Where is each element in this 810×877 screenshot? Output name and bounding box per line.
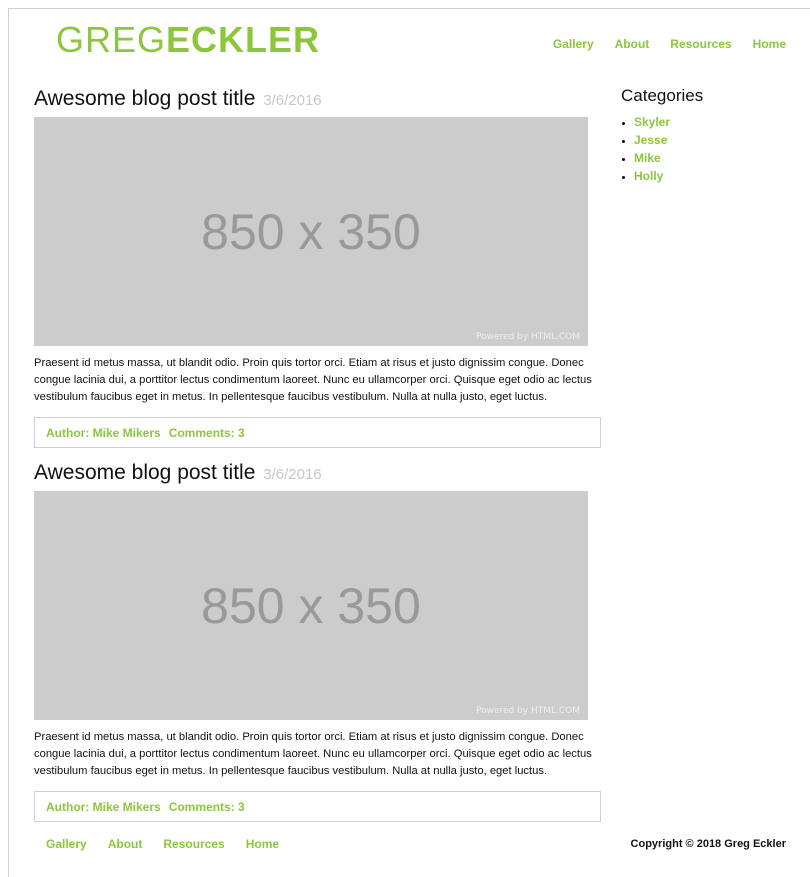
category-jesse-link[interactable]: Jesse	[634, 133, 667, 147]
category-holly-link[interactable]: Holly	[634, 169, 663, 183]
site-logo[interactable]: GREGECKLER	[56, 22, 320, 58]
category-skyler-link[interactable]: Skyler	[634, 115, 670, 129]
post-author-link[interactable]: Author: Mike Mikers	[46, 426, 161, 440]
post-title[interactable]: Awesome blog post title 3/6/2016	[34, 86, 601, 114]
nav-home-link[interactable]: Home	[753, 37, 786, 51]
footer-resources-link[interactable]: Resources	[163, 837, 224, 851]
logo-last-name: ECKLER	[166, 19, 321, 60]
post-comments-link[interactable]: Comments: 3	[169, 426, 245, 440]
top-nav: Gallery About Resources Home	[553, 37, 786, 51]
nav-gallery-link[interactable]: Gallery	[553, 37, 594, 51]
category-mike-link[interactable]: Mike	[634, 151, 661, 165]
placeholder-credit: Powered by HTML.COM	[475, 706, 580, 716]
logo-first-name: GREG	[56, 19, 167, 60]
footer-about-link[interactable]: About	[108, 837, 143, 851]
blog-post: Awesome blog post title 3/6/2016 850 x 3…	[34, 86, 601, 448]
placeholder-dimensions: 850 x 350	[201, 578, 421, 634]
copyright-text: Copyright © 2018 Greg Eckler	[630, 838, 786, 850]
category-item: Skyler	[634, 114, 801, 132]
footer-gallery-link[interactable]: Gallery	[46, 837, 87, 851]
category-item: Holly	[634, 168, 801, 186]
post-image-placeholder: 850 x 350 Powered by HTML.COM	[34, 491, 588, 720]
placeholder-dimensions: 850 x 350	[201, 204, 421, 260]
categories-list: Skyler Jesse Mike Holly	[621, 114, 801, 186]
category-item: Mike	[634, 150, 801, 168]
footer-nav: Gallery About Resources Home	[46, 837, 279, 851]
category-item: Jesse	[634, 132, 801, 150]
sidebar: Categories Skyler Jesse Mike Holly	[621, 86, 801, 186]
categories-heading: Categories	[621, 86, 704, 105]
post-comments-link[interactable]: Comments: 3	[169, 800, 245, 814]
placeholder-credit: Powered by HTML.COM	[475, 332, 580, 342]
post-meta-bar: Author: Mike Mikers Comments: 3	[34, 791, 601, 822]
post-date: 3/6/2016	[263, 92, 322, 109]
post-date: 3/6/2016	[263, 466, 322, 483]
post-body: Praesent id metus massa, ut blandit odio…	[34, 731, 592, 777]
footer-home-link[interactable]: Home	[246, 837, 279, 851]
nav-resources-link[interactable]: Resources	[670, 37, 731, 51]
blog-post: Awesome blog post title 3/6/2016 850 x 3…	[34, 460, 601, 822]
post-image-placeholder: 850 x 350 Powered by HTML.COM	[34, 117, 588, 346]
post-meta-bar: Author: Mike Mikers Comments: 3	[34, 417, 601, 448]
post-title[interactable]: Awesome blog post title 3/6/2016	[34, 460, 601, 488]
post-title-text[interactable]: Awesome blog post title	[34, 87, 255, 110]
post-body: Praesent id metus massa, ut blandit odio…	[34, 357, 592, 403]
post-author-link[interactable]: Author: Mike Mikers	[46, 800, 161, 814]
nav-about-link[interactable]: About	[615, 37, 650, 51]
post-title-text[interactable]: Awesome blog post title	[34, 461, 255, 484]
